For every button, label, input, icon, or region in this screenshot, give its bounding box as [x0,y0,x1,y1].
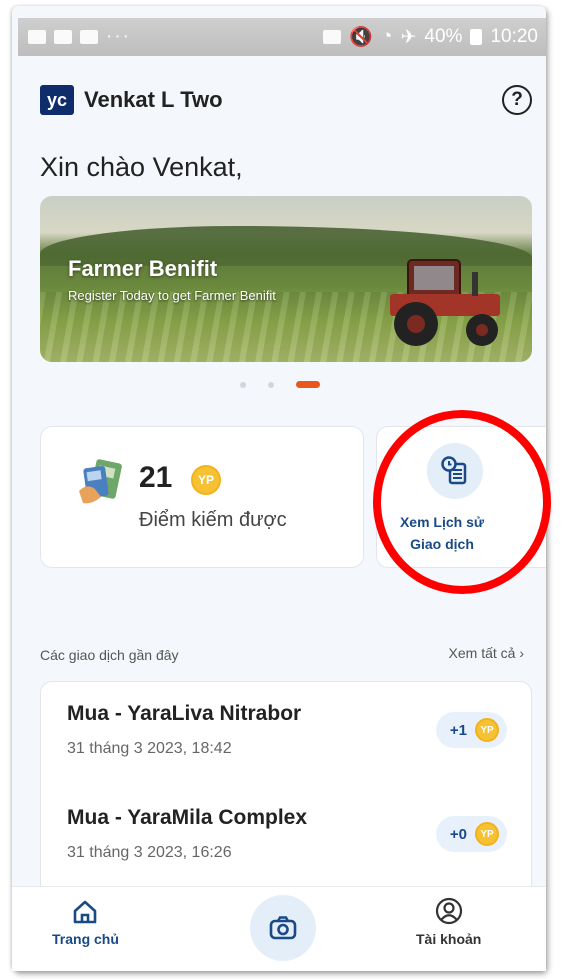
camera-icon [269,916,297,940]
tractor-image [390,259,500,346]
user-name: Venkat L Two [84,87,223,112]
status-system: 🔇 ◔ ✈ 40% 10:20 [323,25,538,49]
scan-camera-button[interactable] [250,895,316,961]
history-label-line2: Giao dịch [410,536,474,552]
home-icon [74,900,97,924]
battery-icon [470,29,483,45]
nav-home-label: Trang chủ [52,931,119,947]
yp-coin-icon: YP [191,465,221,495]
carousel-dot-3-active[interactable] [296,381,320,388]
transaction-points: +1 [449,721,467,739]
app-header: yc Venkat L Two ? [40,80,532,120]
greeting-text: Xin chào Venkat, [40,152,243,182]
transaction-item[interactable]: Mua - YaraLiva Nitrabor 31 tháng 3 2023,… [67,702,507,782]
bottom-navigation: Trang chủ Tài khoản [12,886,546,971]
transactions-list: Mua - YaraLiva Nitrabor 31 tháng 3 2023,… [40,681,532,901]
user-icon [435,897,462,925]
image-notification-icon [28,30,46,44]
app-notification-icon [80,30,98,44]
account-brand: yc Venkat L Two [40,85,223,115]
points-label: Điểm kiếm được [139,509,287,531]
see-all-link[interactable]: Xem tất cả › [449,645,524,661]
transaction-points-pill: +0 YP [435,816,507,852]
cloud-notification-icon [54,30,72,44]
transaction-points: +0 [449,825,467,843]
carousel-dot-2[interactable] [268,381,274,388]
promo-banner[interactable]: Farmer Benifit Register Today to get Far… [40,196,532,362]
history-icon-circle [427,443,483,499]
yp-coin-icon: YP [475,718,499,742]
transaction-history-card[interactable]: Xem Lịch sử Giao dịch [376,426,546,568]
app-logo: yc [40,85,74,115]
wifi-icon: ◔ [381,26,393,47]
nav-home[interactable]: Trang chủ [52,899,119,947]
help-icon[interactable]: ? [502,85,532,115]
battery-percent: 40% [424,26,463,47]
yp-coin-icon: YP [475,822,499,846]
rewards-card-icon [79,459,122,504]
banner-title: Farmer Benifit [68,256,218,281]
points-value: 21 [139,461,173,494]
transaction-item[interactable]: Mua - YaraMila Complex 31 tháng 3 2023, … [67,806,507,886]
status-bar: ··· 🔇 ◔ ✈ 40% 10:20 [18,18,546,56]
carousel-dot-1[interactable] [240,381,246,388]
points-card[interactable]: 21 YP Điểm kiếm được [40,426,364,568]
mute-icon: 🔇 [349,27,374,48]
receipt-clock-icon [441,456,467,485]
clock: 10:20 [490,26,538,47]
history-label: Xem Lịch sử Giao dịch [377,511,507,555]
nav-account[interactable]: Tài khoản [416,897,481,947]
recent-transactions-title: Các giao dịch gần đây [40,647,179,663]
history-label-line1: Xem Lịch sử [399,514,485,530]
status-notifications: ··· [28,26,131,48]
nav-account-label: Tài khoản [416,931,482,947]
transaction-points-pill: +1 YP [435,712,507,748]
more-notifications-icon: ··· [106,26,131,47]
airplane-icon: ✈ [400,26,417,48]
alarm-icon [323,30,342,44]
carousel-indicator [240,381,320,388]
banner-subtitle: Register Today to get Farmer Benifit [68,288,276,303]
